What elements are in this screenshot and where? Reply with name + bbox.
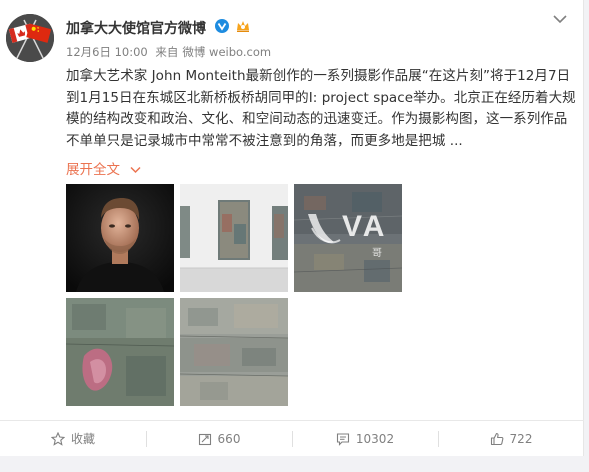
post-time[interactable]: 12月6日 10:00: [66, 45, 148, 59]
post-source[interactable]: 微博 weibo.com: [182, 45, 271, 59]
post-meta: 12月6日 10:00 来自 微博 weibo.com: [66, 44, 275, 60]
post-text: 加拿大艺术家 John Monteith最新创作的一系列摄影作品展“在这片刻”将…: [66, 68, 576, 149]
page-background-strip: [0, 456, 589, 472]
favorite-button[interactable]: 收藏: [0, 421, 146, 456]
chevron-down-icon: [130, 166, 141, 174]
comment-count: 10302: [355, 431, 395, 446]
weibo-post-card: 加拿大大使馆官方微博 12月6日 10:00 来自 微博 weibo.com 加拿…: [0, 0, 584, 472]
expand-label: 展开全文: [66, 162, 120, 178]
avatar[interactable]: [6, 14, 54, 62]
post-image-texture-1[interactable]: VA 哥: [294, 184, 402, 292]
verified-badge-icon: [215, 19, 229, 33]
post-image-gallery[interactable]: [180, 184, 288, 292]
star-icon: [50, 431, 65, 446]
watermark-text: VA: [342, 210, 388, 243]
source-prefix: 来自: [155, 45, 179, 59]
watermark-subtext: 哥: [372, 248, 382, 259]
like-button[interactable]: 722: [438, 421, 584, 456]
post-image-portrait[interactable]: [66, 184, 174, 292]
repost-count: 660: [217, 431, 241, 446]
comment-icon: [336, 432, 349, 446]
favorite-label: 收藏: [70, 432, 95, 446]
vip-crown-icon[interactable]: [235, 18, 251, 34]
author-name[interactable]: 加拿大大使馆官方微博: [66, 18, 206, 38]
expand-full-text-link[interactable]: 展开全文: [66, 158, 141, 178]
thumbs-up-icon: [490, 432, 503, 445]
post-image-texture-2[interactable]: [66, 298, 174, 406]
repost-button[interactable]: 660: [146, 421, 292, 456]
repost-icon: [198, 433, 211, 445]
comment-button[interactable]: 10302: [292, 421, 438, 456]
chevron-down-icon[interactable]: [553, 14, 567, 24]
post-image-texture-3[interactable]: [180, 298, 288, 406]
action-bar: 收藏 660 10302 722: [0, 420, 584, 456]
like-count: 722: [509, 431, 533, 446]
